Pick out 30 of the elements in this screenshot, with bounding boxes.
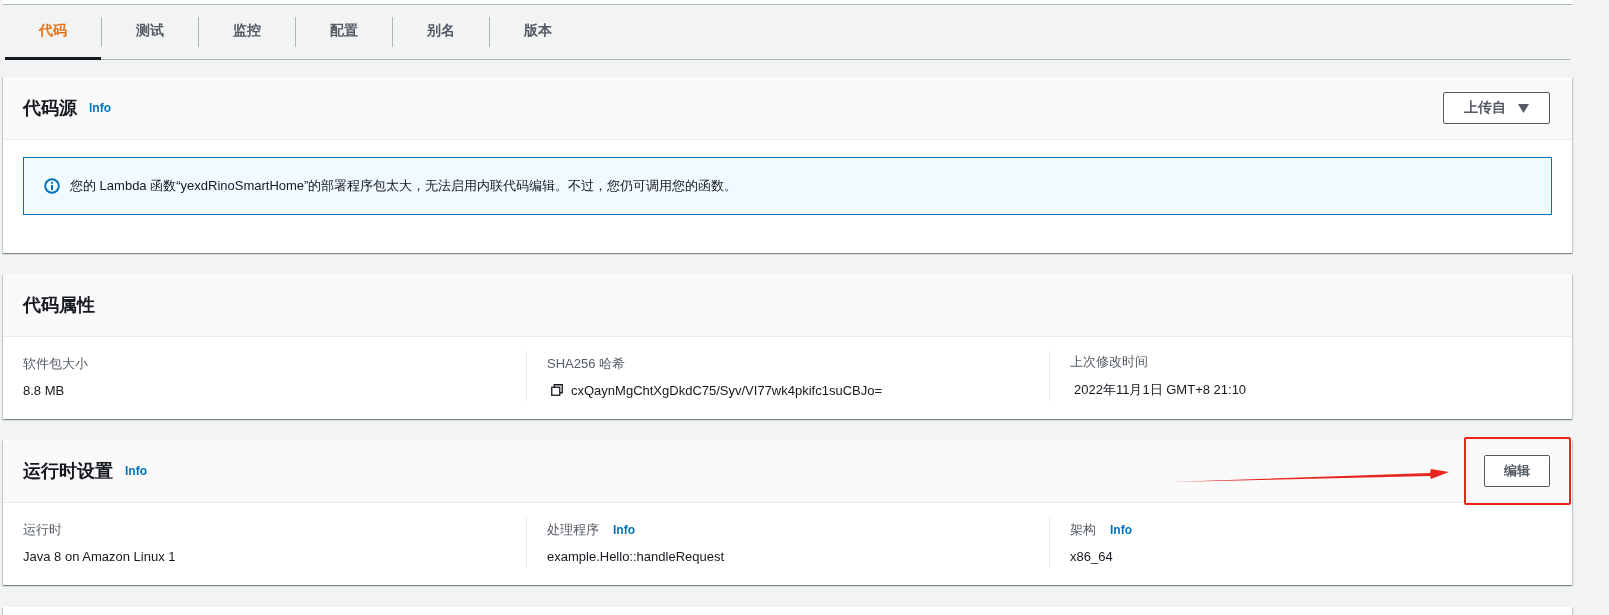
field-value: example.Hello::handleRequest xyxy=(547,548,726,564)
info-link[interactable]: Info xyxy=(613,522,635,537)
tab[interactable]: 测试 xyxy=(102,5,198,60)
section-title: 运行时设置 xyxy=(23,460,113,483)
info-link[interactable]: Info xyxy=(89,101,111,115)
tab[interactable]: 监控 xyxy=(199,5,295,60)
field-label: 软件包大小 xyxy=(23,354,89,373)
tab[interactable]: 别名 xyxy=(393,5,489,60)
alert-message: 您的 Lambda 函数“yexdRinoSmartHome”的部署程序包太大，无法启用内联代码编辑。不过，您仍可调用您的函数。 xyxy=(70,177,738,195)
upload-dropdown-button[interactable]: 上传自 xyxy=(1443,92,1550,124)
field-label: 运行时 xyxy=(23,520,62,539)
tab[interactable]: 配置 xyxy=(296,5,392,60)
info-icon xyxy=(44,178,60,194)
field-value: x86_64 xyxy=(1070,548,1114,564)
field-value: 2022年11月1日 GMT+8 21:10 xyxy=(1074,381,1247,399)
edit-button[interactable]: 编辑 xyxy=(1484,455,1550,487)
field-label: 上次修改时间 xyxy=(1070,353,1149,371)
copy-icon[interactable] xyxy=(551,384,563,396)
section-title: 代码属性 xyxy=(23,294,95,317)
caret-icon xyxy=(1518,103,1529,113)
field-label: 架构 xyxy=(1070,520,1096,539)
field-value: Java 8 on Amazon Linux 1 xyxy=(23,548,177,564)
section-title: 代码源 xyxy=(23,97,77,120)
field-value: 8.8 MB xyxy=(23,382,65,398)
info-link[interactable]: Info xyxy=(1110,522,1132,537)
info-link[interactable]: Info xyxy=(125,464,147,478)
field-label: SHA256 哈希 xyxy=(547,354,627,373)
field-label: 处理程序 xyxy=(547,520,599,539)
tab[interactable]: 版本 xyxy=(490,5,586,60)
field-value: cxQaynMgChtXgDkdC75/Syv/VI77wk4pkifc1suCBJo= xyxy=(571,382,883,398)
